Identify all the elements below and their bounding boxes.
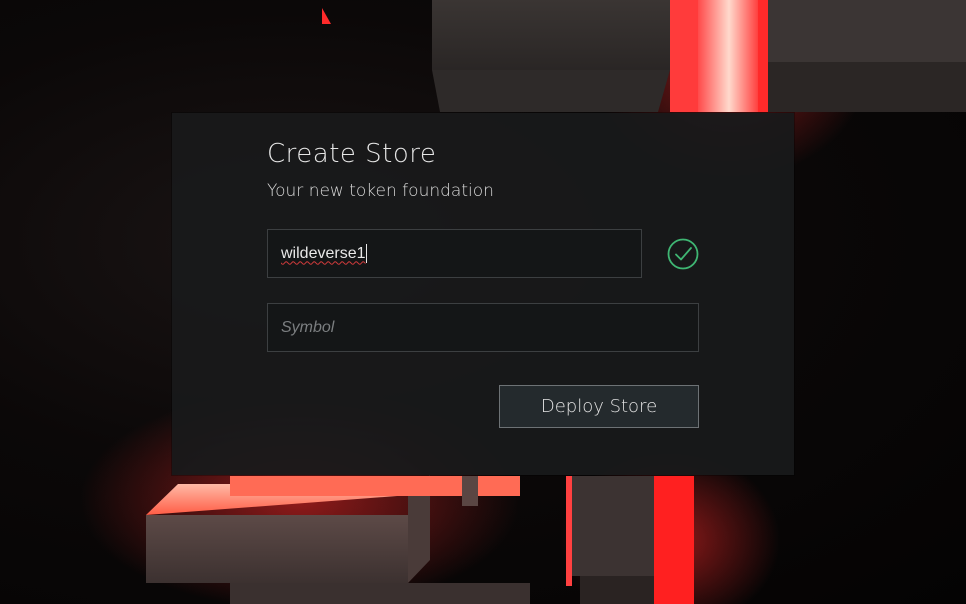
deploy-store-label: Deploy Store bbox=[540, 396, 658, 417]
dialog-subtitle: Your new token foundation bbox=[267, 181, 494, 201]
symbol-placeholder: Symbol bbox=[281, 318, 335, 336]
create-store-dialog: Create Store Your new token foundation w… bbox=[172, 113, 794, 475]
text-caret bbox=[366, 244, 368, 263]
store-name-input[interactable]: wildeverse1 bbox=[267, 229, 642, 278]
store-name-value: wildeverse1 bbox=[281, 244, 366, 262]
check-circle-icon bbox=[667, 238, 699, 270]
dialog-title: Create Store bbox=[267, 139, 437, 169]
symbol-input[interactable]: Symbol bbox=[267, 303, 699, 352]
background-scene: Create Store Your new token foundation w… bbox=[0, 0, 966, 604]
deploy-store-button[interactable]: Deploy Store bbox=[499, 385, 699, 428]
